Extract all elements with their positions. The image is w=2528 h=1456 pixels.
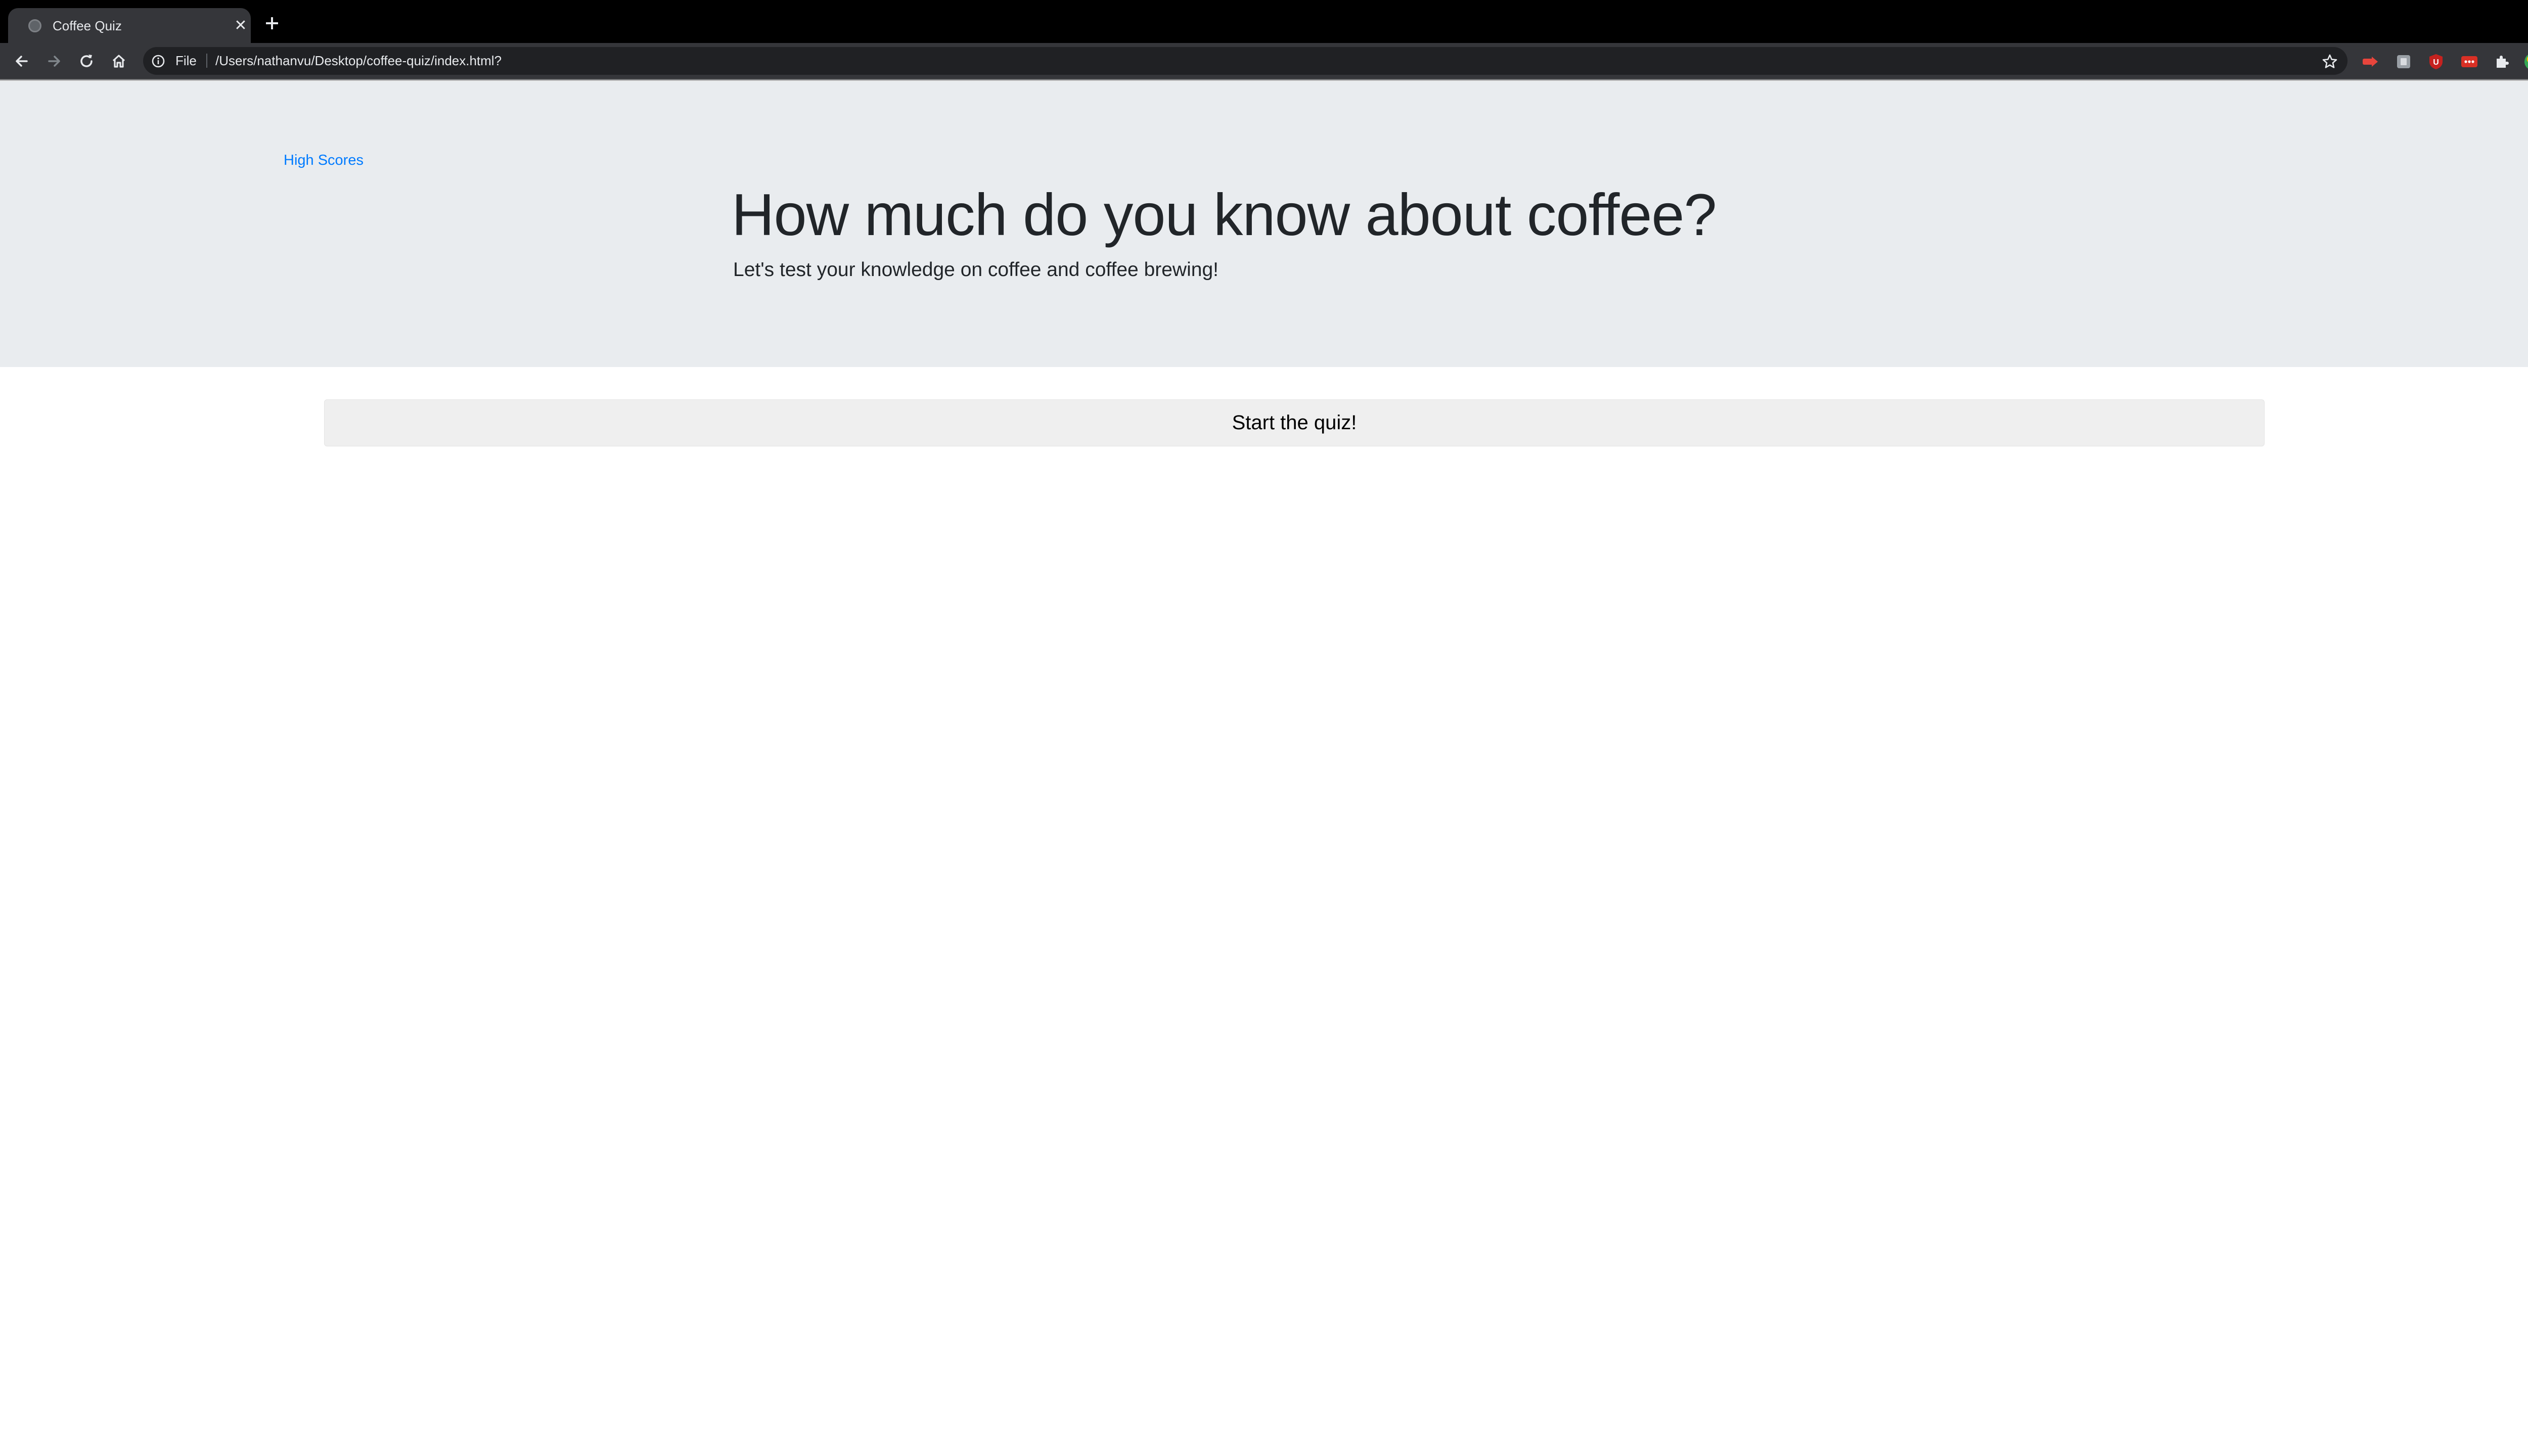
globe-icon xyxy=(28,19,41,32)
home-button[interactable] xyxy=(108,51,129,72)
red-dots-extension-icon[interactable] xyxy=(2460,53,2478,71)
address-bar[interactable]: File /Users/nathanvu/Desktop/coffee-quiz… xyxy=(143,47,2348,75)
tab-strip: Coffee Quiz ✕ xyxy=(0,0,2528,43)
omnibox-separator xyxy=(206,54,207,68)
url-text[interactable]: /Users/nathanvu/Desktop/coffee-quiz/inde… xyxy=(215,52,502,69)
ublock-extension-icon[interactable]: U xyxy=(2427,53,2445,71)
reload-icon xyxy=(80,55,93,67)
puzzle-extensions-icon[interactable] xyxy=(2493,53,2511,71)
red-arrow-extension-icon[interactable] xyxy=(2361,53,2379,71)
info-icon[interactable] xyxy=(151,54,165,68)
forward-button[interactable] xyxy=(43,51,65,72)
scheme-label: File xyxy=(175,53,197,68)
start-quiz-button[interactable]: Start the quiz! xyxy=(324,399,2265,446)
forward-arrow-icon xyxy=(48,56,60,67)
browser-tab[interactable]: Coffee Quiz ✕ xyxy=(8,8,251,43)
star-icon[interactable] xyxy=(2322,54,2338,70)
back-button[interactable] xyxy=(11,51,32,72)
plus-icon xyxy=(266,17,278,29)
tab-title: Coffee Quiz xyxy=(53,18,122,33)
reload-button[interactable] xyxy=(76,51,97,72)
new-tab-button[interactable] xyxy=(262,13,282,33)
svg-text:U: U xyxy=(2433,58,2439,67)
page-title: How much do you know about coffee? xyxy=(732,181,1717,248)
gray-square-extension-icon[interactable] xyxy=(2395,53,2413,71)
page-subtitle: Let's test your knowledge on coffee and … xyxy=(733,259,1218,281)
profile-avatar[interactable] xyxy=(2524,53,2528,71)
high-scores-link[interactable]: High Scores xyxy=(284,151,364,169)
tab-close-icon[interactable]: ✕ xyxy=(232,17,250,35)
home-icon xyxy=(112,55,125,68)
back-arrow-icon xyxy=(16,56,28,67)
